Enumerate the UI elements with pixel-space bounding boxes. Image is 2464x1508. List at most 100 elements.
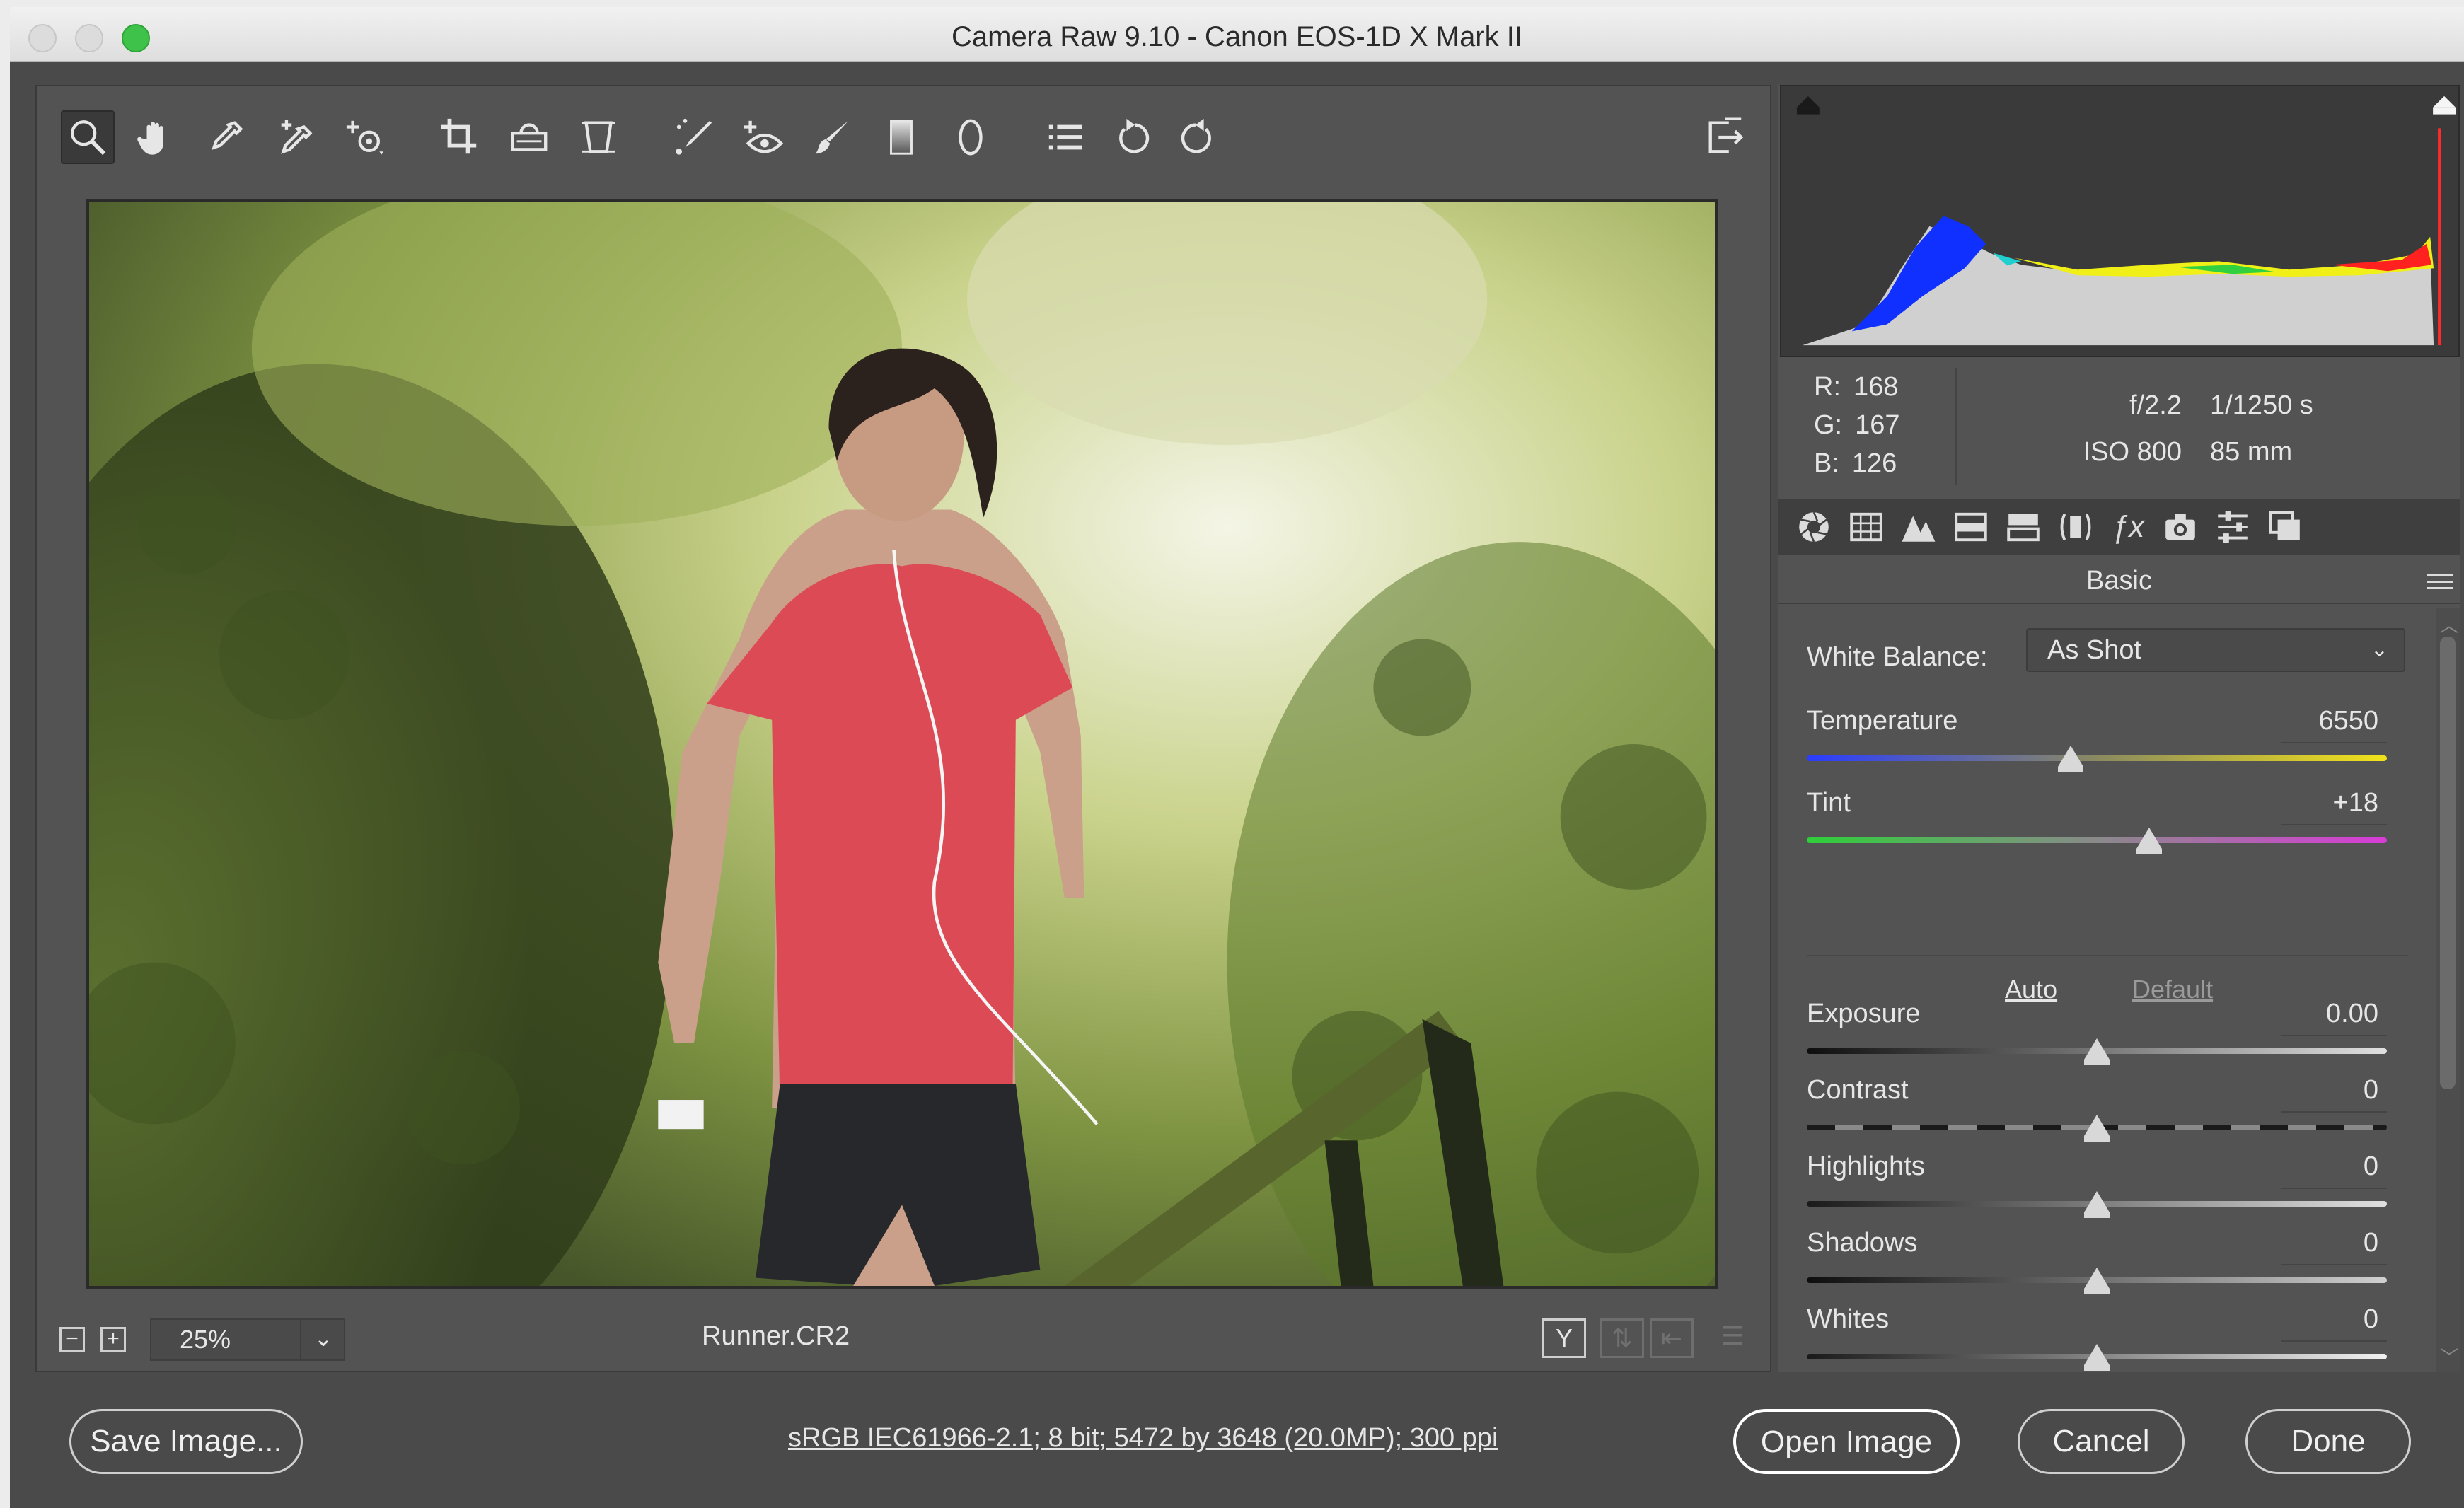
scroll-up-icon[interactable]: ︿ — [2440, 611, 2458, 637]
temperature-value-field[interactable]: 6550 — [2281, 706, 2387, 743]
auto-button[interactable]: Auto — [2005, 975, 2057, 1004]
slider-exposure[interactable]: Exposure 0.00 — [1807, 999, 2387, 1069]
shadows-slider-thumb[interactable] — [2084, 1268, 2110, 1294]
slider-contrast[interactable]: Contrast 0 — [1807, 1075, 2387, 1146]
rotate-left-button[interactable] — [1108, 110, 1162, 164]
tint-track[interactable] — [1807, 837, 2387, 843]
radial-filter-tool-button[interactable] — [944, 110, 997, 164]
tab-split-toning[interactable] — [2002, 506, 2044, 548]
tab-snapshots[interactable] — [2264, 506, 2306, 548]
runner-photo — [89, 202, 1715, 1286]
separator — [1807, 955, 2408, 956]
fullscreen-toggle-button[interactable] — [1698, 110, 1752, 164]
red-eye-tool-button[interactable] — [736, 110, 789, 164]
temperature-slider-thumb[interactable] — [2058, 746, 2084, 772]
preferences-tool-button[interactable] — [1039, 110, 1092, 164]
zoom-dropdown-button[interactable]: ⌄ — [300, 1318, 345, 1361]
iso-value: ISO 800 — [2083, 437, 2182, 467]
shadows-value-field[interactable]: 0 — [2281, 1228, 2387, 1265]
tab-camera-calibration[interactable] — [2159, 506, 2202, 548]
tab-basic[interactable] — [1793, 506, 1835, 548]
transform-tool-button[interactable] — [572, 110, 625, 164]
tab-hsl[interactable] — [1950, 506, 1992, 548]
whites-label: Whites — [1807, 1304, 1890, 1334]
copy-settings-button[interactable]: ⇤ — [1650, 1318, 1694, 1358]
done-button[interactable]: Done — [2245, 1409, 2411, 1474]
level-icon — [511, 123, 548, 151]
split-toning-icon — [2007, 514, 2040, 542]
hsl-icon — [1955, 512, 1987, 542]
eyedropper-plus-icon — [281, 120, 313, 154]
g-label: G: — [1814, 410, 1843, 440]
rotate-cw-icon — [1181, 118, 1211, 153]
slider-highlights[interactable]: Highlights 0 — [1807, 1152, 2387, 1222]
adjustment-brush-tool-button[interactable] — [805, 110, 859, 164]
rotate-right-button[interactable] — [1169, 110, 1222, 164]
workflow-options-link[interactable]: sRGB IEC61966-2.1; 8 bit; 5472 by 3648 (… — [788, 1423, 1498, 1454]
shutter-value: 1/1250 s — [2210, 390, 2313, 420]
targeted-adjustment-tool-button[interactable] — [338, 110, 392, 164]
tab-presets[interactable] — [2211, 506, 2254, 548]
preview-area: − + 25% ⌄ Runner.CR2 Y ⇅ ⇤ ☰ — [35, 85, 1771, 1372]
tab-tone-curve[interactable] — [1845, 506, 1887, 548]
tint-value-field[interactable]: +18 — [2281, 788, 2387, 825]
copy-left-icon: ⇤ — [1660, 1323, 1683, 1352]
presets-sliders-icon — [2218, 511, 2248, 543]
target-adjust-icon — [346, 120, 384, 155]
temperature-track[interactable] — [1807, 755, 2387, 761]
straighten-tool-button[interactable] — [502, 110, 556, 164]
panel-tabs: ƒx — [1778, 499, 2460, 555]
white-balance-tool-button[interactable] — [199, 110, 253, 164]
highlights-value-field[interactable]: 0 — [2281, 1152, 2387, 1189]
ellipse-icon — [959, 119, 983, 156]
chevron-down-icon: ⌄ — [313, 1326, 333, 1351]
whites-value-field[interactable]: 0 — [2281, 1304, 2387, 1342]
open-image-button[interactable]: Open Image — [1733, 1409, 1960, 1474]
scroll-down-icon[interactable]: ﹀ — [2440, 1343, 2458, 1369]
hand-tool-button[interactable] — [130, 110, 184, 164]
white-balance-label: White Balance: — [1807, 642, 1988, 672]
section-title-text: Basic — [2086, 566, 2152, 596]
swap-settings-button[interactable]: ⇅ — [1600, 1318, 1644, 1358]
default-button[interactable]: Default — [2132, 975, 2213, 1004]
graduated-filter-tool-button[interactable] — [874, 110, 928, 164]
contrast-slider-thumb[interactable] — [2084, 1115, 2110, 1142]
zoom-tool-button[interactable] — [61, 110, 115, 164]
toolbar — [37, 86, 1770, 185]
tab-detail[interactable] — [1897, 506, 1940, 548]
slider-whites[interactable]: Whites 0 — [1807, 1304, 2387, 1372]
crop-tool-button[interactable] — [433, 110, 487, 164]
slider-shadows[interactable]: Shadows 0 — [1807, 1228, 2387, 1299]
contrast-value-field[interactable]: 0 — [2281, 1075, 2387, 1113]
whites-slider-thumb[interactable] — [2084, 1344, 2110, 1371]
tab-lens-corrections[interactable] — [2054, 506, 2097, 548]
save-image-button[interactable]: Save Image... — [69, 1409, 303, 1474]
slider-tint[interactable]: Tint +18 — [1807, 788, 2387, 859]
exposure-slider-thumb[interactable] — [2084, 1038, 2110, 1065]
tint-slider-thumb[interactable] — [2136, 828, 2162, 854]
zoom-in-button[interactable]: + — [100, 1327, 126, 1352]
r-label: R: — [1814, 372, 1841, 402]
slider-temperature[interactable]: Temperature 6550 — [1807, 706, 2387, 777]
zoom-out-button[interactable]: − — [59, 1327, 85, 1352]
brush-spot-icon — [676, 118, 712, 155]
histogram[interactable] — [1780, 85, 2460, 357]
color-sampler-tool-button[interactable] — [269, 110, 323, 164]
spot-removal-tool-button[interactable] — [666, 110, 720, 164]
toggle-settings-button[interactable]: ☰ — [1711, 1318, 1754, 1358]
white-balance-select[interactable]: As Shot ⌄ — [2026, 628, 2405, 672]
panel-scrollbar[interactable]: ︿ ﹀ — [2436, 608, 2460, 1372]
preview-status-bar: − + 25% ⌄ Runner.CR2 Y ⇅ ⇤ ☰ — [37, 1300, 1770, 1371]
scrollbar-thumb[interactable] — [2440, 637, 2456, 1089]
tab-effects[interactable]: ƒx — [2107, 506, 2149, 548]
image-preview[interactable] — [86, 199, 1718, 1289]
rgb-values: R: 168 G: 167 B: 126 — [1814, 368, 1911, 482]
temperature-label: Temperature — [1807, 706, 1958, 736]
before-after-view-button[interactable]: Y — [1542, 1318, 1586, 1358]
exposure-value-field[interactable]: 0.00 — [2281, 999, 2387, 1036]
snapshots-icon — [2269, 511, 2300, 540]
export-icon — [1708, 117, 1744, 153]
cancel-button[interactable]: Cancel — [2018, 1409, 2185, 1474]
panel-menu-icon[interactable] — [2427, 574, 2453, 590]
highlights-slider-thumb[interactable] — [2084, 1191, 2110, 1218]
